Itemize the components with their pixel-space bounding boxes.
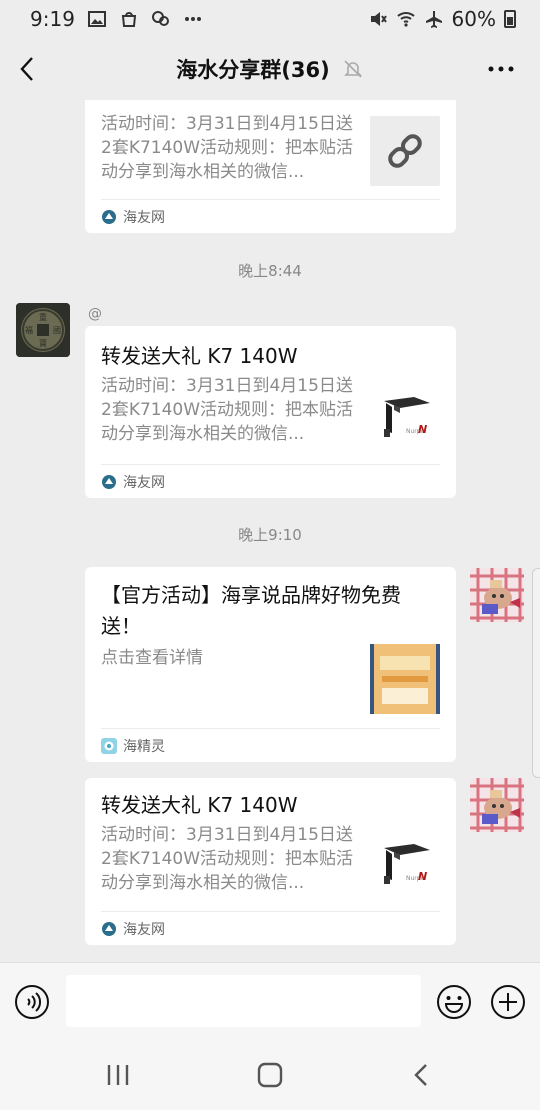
link-card[interactable]: 转发送大礼 K7 140W 活动时间：3月31日到4月15日送2套K7140W活…	[85, 778, 456, 945]
notification-muted-icon	[343, 60, 362, 78]
battery-icon	[504, 10, 516, 28]
status-time: 9:19	[30, 7, 75, 31]
chat-message-list[interactable]: 活动时间：3月31日到4月15日送2套K7140W活动规则：把本贴活动分享到海水…	[0, 100, 540, 962]
self-avatar[interactable]	[470, 568, 524, 622]
voice-input-icon[interactable]	[14, 984, 50, 1020]
wifi-icon	[396, 12, 415, 27]
svg-text:重: 重	[39, 312, 47, 322]
wechat-notification-icon	[151, 11, 169, 26]
product-thumbnail: Nurpo N	[370, 836, 440, 906]
back-icon[interactable]	[410, 1062, 432, 1088]
more-notifications-icon	[184, 17, 201, 21]
back-arrow-icon[interactable]	[14, 53, 42, 85]
link-card[interactable]: 活动时间：3月31日到4月15日送2套K7140W活动规则：把本贴活动分享到海水…	[85, 100, 456, 233]
timestamp: 晚上9:10	[238, 526, 302, 544]
cartoon-avatar-icon	[470, 778, 524, 832]
svg-text:福: 福	[25, 326, 33, 335]
source-name: 海友网	[123, 474, 165, 491]
system-nav-bar	[0, 1040, 540, 1110]
home-icon[interactable]	[257, 1062, 283, 1088]
product-thumbnail: Nurpo N	[370, 389, 440, 459]
chat-title: 海水分享群(36)	[176, 58, 330, 82]
coin-avatar-icon: 重寶福 國	[16, 303, 70, 357]
link-card-title: 转发送大礼 K7 140W	[101, 793, 298, 817]
link-card-description: 活动时间：3月31日到4月15日送2套K7140W活动规则：把本贴活动分享到海水…	[101, 376, 354, 444]
status-bar: 9:19 60%	[0, 0, 540, 38]
self-avatar[interactable]	[470, 778, 524, 832]
haiyou-logo-icon	[102, 921, 116, 936]
mute-icon	[370, 12, 387, 26]
svg-text:國: 國	[53, 326, 61, 335]
recent-apps-icon[interactable]	[104, 1062, 132, 1088]
link-card-title: 转发送大礼 K7 140W	[101, 344, 298, 368]
cartoon-avatar-icon	[470, 568, 524, 622]
link-card[interactable]: 转发送大礼 K7 140W 活动时间：3月31日到4月15日送2套K7140W活…	[85, 326, 456, 498]
light-fixture-image: NurpoN	[370, 836, 440, 906]
link-icon	[388, 134, 422, 168]
gallery-icon	[87, 11, 106, 27]
more-options-icon[interactable]	[486, 58, 516, 80]
haiyou-logo-icon	[102, 474, 116, 489]
link-card-source: 海友网	[101, 911, 440, 945]
side-panel-handle[interactable]	[532, 568, 540, 778]
svg-text:N: N	[418, 870, 427, 883]
more-functions-icon[interactable]	[490, 984, 526, 1020]
chat-header: 海水分享群(36)	[0, 38, 540, 100]
source-name: 海精灵	[123, 738, 165, 755]
airplane-mode-icon	[425, 11, 442, 28]
svg-text:N: N	[418, 423, 427, 436]
link-placeholder-thumbnail	[370, 116, 440, 186]
link-card-source: 海友网	[101, 199, 440, 233]
link-card-description: 活动时间：3月31日到4月15日送2套K7140W活动规则：把本贴活动分享到海水…	[101, 114, 354, 182]
link-card-source: 海友网	[101, 464, 440, 498]
link-card[interactable]: 【官方活动】海享说品牌好物免费送！ 点击查看详情 海精灵	[85, 567, 456, 762]
timestamp: 晚上8:44	[238, 262, 302, 280]
source-name: 海友网	[123, 921, 165, 938]
link-card-source: 海精灵	[101, 728, 440, 762]
link-card-title	[101, 100, 440, 112]
sender-name: @	[88, 306, 102, 322]
battery-level: 60%	[451, 7, 496, 31]
link-card-title: 【官方活动】海享说品牌好物免费送！	[101, 583, 401, 638]
promo-image	[370, 644, 440, 714]
message-input[interactable]	[66, 975, 421, 1027]
svg-text:寶: 寶	[39, 338, 47, 348]
source-name: 海友网	[123, 209, 165, 226]
link-card-description: 点击查看详情	[101, 648, 203, 668]
sender-avatar[interactable]: 重寶福 國	[16, 303, 70, 357]
message-input-bar	[0, 962, 540, 1040]
bag-icon	[121, 12, 137, 27]
haiyou-logo-icon	[102, 209, 116, 224]
link-card-description: 活动时间：3月31日到4月15日送2套K7140W活动规则：把本贴活动分享到海水…	[101, 825, 354, 893]
promo-thumbnail	[370, 644, 440, 714]
light-fixture-image: NurpoN	[370, 389, 440, 459]
emoji-icon[interactable]	[436, 984, 472, 1020]
haijingling-logo-icon	[101, 737, 117, 754]
